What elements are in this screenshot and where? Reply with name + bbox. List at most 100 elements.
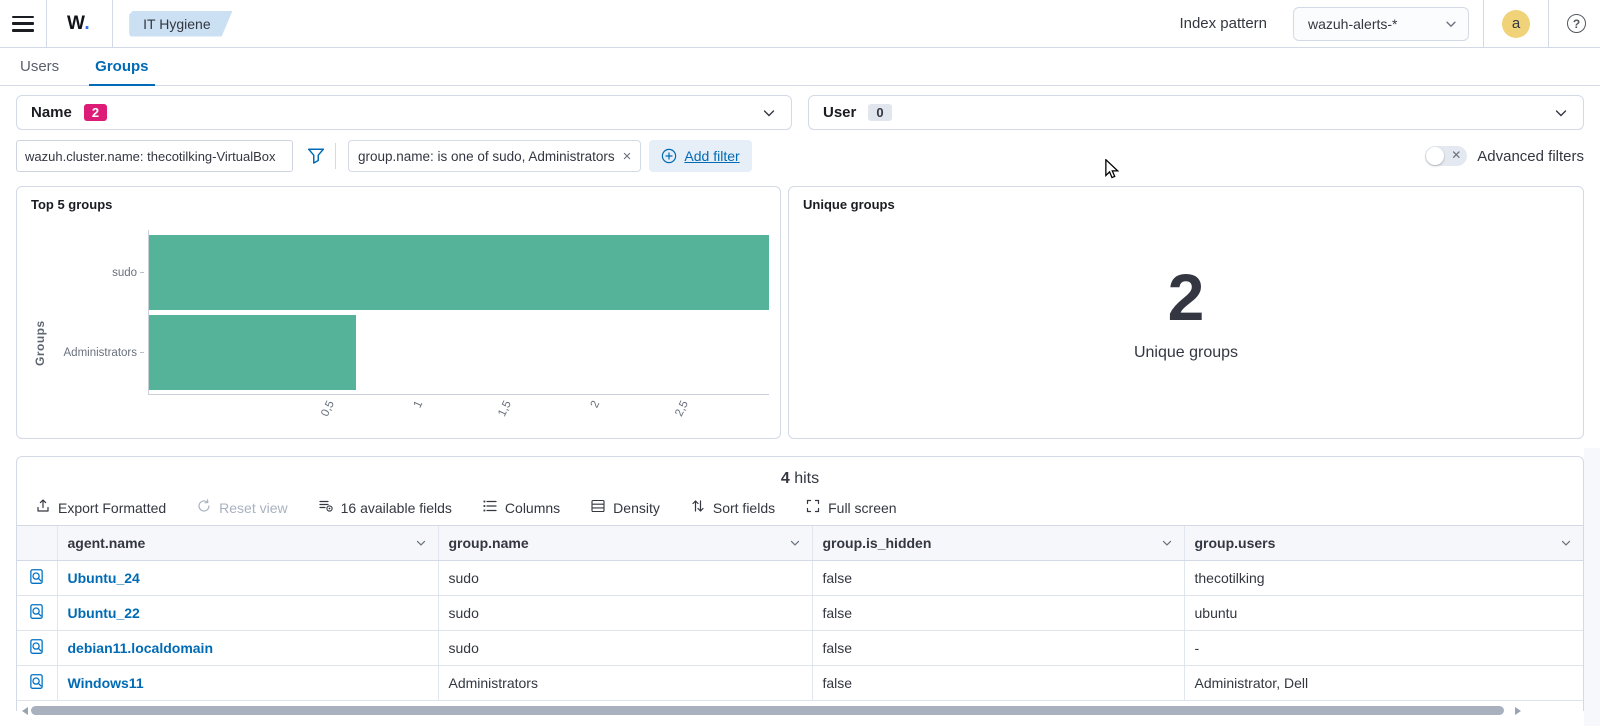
advanced-filters-toggle[interactable]: ✕	[1425, 146, 1467, 166]
cell-group-users: ubuntu	[1184, 596, 1583, 631]
table-row: Ubuntu_22sudofalseubuntu	[17, 596, 1583, 631]
scrollbar-thumb[interactable]	[31, 706, 1504, 715]
agent-link[interactable]: Windows11	[68, 675, 144, 691]
chevron-down-icon	[1553, 105, 1569, 121]
chart-x-tick-label: 1	[412, 399, 426, 410]
chart-bar[interactable]	[149, 315, 356, 390]
chevron-down-icon[interactable]	[1559, 536, 1573, 550]
filter-funnel-icon[interactable]	[307, 147, 325, 165]
agent-link[interactable]: Ubuntu_22	[68, 605, 140, 621]
index-pattern-label: Index pattern	[1179, 15, 1267, 32]
tab-users[interactable]: Users	[20, 48, 59, 85]
chevron-down-icon[interactable]	[788, 536, 802, 550]
metric-title: Unique groups	[803, 197, 895, 212]
chart-x-tick-label: 2,5	[674, 399, 692, 419]
chevron-down-icon[interactable]	[1160, 536, 1174, 550]
name-accordion[interactable]: Name 2	[16, 95, 792, 130]
help-icon[interactable]: ?	[1567, 14, 1586, 33]
cell-agent-name: Windows11	[57, 666, 438, 701]
menu-icon[interactable]	[12, 16, 34, 32]
wazuh-logo[interactable]: W.	[47, 13, 112, 35]
toolbar-sort-fields-button[interactable]: Sort fields	[690, 498, 775, 517]
table-row: Windows11AdministratorsfalseAdministrato…	[17, 666, 1583, 701]
advanced-filters-label: Advanced filters	[1477, 148, 1584, 165]
chart-plot-area	[148, 230, 769, 395]
avatar[interactable]: a	[1502, 10, 1530, 38]
agent-link[interactable]: Ubuntu_24	[68, 570, 140, 586]
column-header-group-is_hidden[interactable]: group.is_hidden	[812, 526, 1184, 561]
cell-group-users: -	[1184, 631, 1583, 666]
breadcrumb[interactable]: IT Hygiene	[129, 11, 232, 37]
filter-pill[interactable]: group.name: is one of sudo, Administrato…	[348, 140, 641, 172]
cell-group-name: sudo	[438, 561, 812, 596]
name-count-badge: 2	[84, 104, 107, 121]
index-pattern-select[interactable]: wazuh-alerts-*	[1293, 7, 1469, 41]
unique-groups-panel: Unique groups 2 Unique groups	[788, 186, 1584, 439]
toolbar-16-available-fields-button[interactable]: 16 available fields	[318, 498, 452, 517]
cell-agent-name: debian11.localdomain	[57, 631, 438, 666]
divider	[335, 143, 336, 169]
add-filter-button[interactable]: Add filter	[649, 140, 751, 172]
metric-value: 2	[1168, 264, 1205, 330]
index-pattern-value: wazuh-alerts-*	[1308, 16, 1397, 32]
search-input[interactable]	[16, 140, 293, 172]
add-filter-label: Add filter	[684, 148, 739, 164]
chart-category-label: Administrators	[59, 315, 148, 390]
cell-group-is-hidden: false	[812, 561, 1184, 596]
divider	[1483, 0, 1484, 47]
name-accordion-label: Name	[31, 104, 72, 121]
cell-group-is-hidden: false	[812, 631, 1184, 666]
toggle-off-icon: ✕	[1451, 148, 1461, 162]
toolbar-export-formatted-button[interactable]: Export Formatted	[35, 498, 166, 517]
chart-x-ticks: 0,511,522,5	[237, 395, 769, 435]
toolbar-columns-button[interactable]: Columns	[482, 498, 560, 517]
cell-agent-name: Ubuntu_22	[57, 596, 438, 631]
fields-icon	[318, 498, 341, 517]
user-accordion-label: User	[823, 104, 856, 121]
plus-circle-icon	[661, 148, 677, 164]
refresh-icon	[196, 498, 219, 517]
cell-group-users: thecotilking	[1184, 561, 1583, 596]
expand-row-button[interactable]	[17, 666, 57, 701]
agent-link[interactable]: debian11.localdomain	[68, 640, 214, 656]
chevron-down-icon	[1444, 17, 1458, 31]
chevron-down-icon[interactable]	[414, 536, 428, 550]
scroll-left-icon[interactable]	[22, 707, 28, 715]
horizontal-scrollbar[interactable]	[17, 705, 1583, 717]
toolbar-density-button[interactable]: Density	[590, 498, 660, 517]
expand-row-button[interactable]	[17, 631, 57, 666]
chart-bar[interactable]	[149, 235, 769, 310]
grid-header-row: agent.namegroup.namegroup.is_hiddengroup…	[17, 526, 1583, 561]
density-icon	[590, 498, 613, 517]
table-row: Ubuntu_24 sudofalsethecotilking	[17, 561, 1583, 596]
sort-icon	[690, 498, 713, 517]
user-accordion[interactable]: User 0	[808, 95, 1584, 130]
column-header-agent-name[interactable]: agent.name	[57, 526, 438, 561]
chart-title: Top 5 groups	[31, 197, 112, 212]
cell-group-name: sudo	[438, 631, 812, 666]
chevron-down-icon	[761, 105, 777, 121]
column-header-group-users[interactable]: group.users	[1184, 526, 1583, 561]
scroll-right-icon[interactable]	[1515, 707, 1521, 715]
tab-groups[interactable]: Groups	[95, 48, 148, 85]
metric-label: Unique groups	[1134, 344, 1238, 362]
hits-count: 4 hits	[17, 457, 1583, 488]
table-row: debian11.localdomain sudofalse-	[17, 631, 1583, 666]
columns-icon	[482, 498, 505, 517]
inspect-document-icon	[28, 638, 45, 655]
toolbar-full-screen-button[interactable]: Full screen	[805, 498, 896, 517]
cell-group-is-hidden: false	[812, 666, 1184, 701]
column-header-group-name[interactable]: group.name	[438, 526, 812, 561]
cell-group-name: Administrators	[438, 666, 812, 701]
remove-filter-icon[interactable]: ×	[623, 148, 632, 165]
expand-row-button[interactable]	[17, 596, 57, 631]
inspect-document-icon	[28, 603, 45, 620]
expand-row-button[interactable]	[17, 561, 57, 596]
visualizations-row: Top 5 groups Groups sudoAdministrators 0…	[16, 186, 1584, 439]
scroll-gutter	[1584, 448, 1600, 726]
fullscreen-icon	[805, 498, 828, 517]
results-panel: 4 hits Export FormattedReset view16 avai…	[16, 456, 1584, 711]
user-count-badge: 0	[868, 104, 891, 121]
bar-chart: Groups sudoAdministrators 0,511,522,5	[31, 230, 769, 438]
chart-x-tick-label: 1,5	[496, 399, 514, 419]
